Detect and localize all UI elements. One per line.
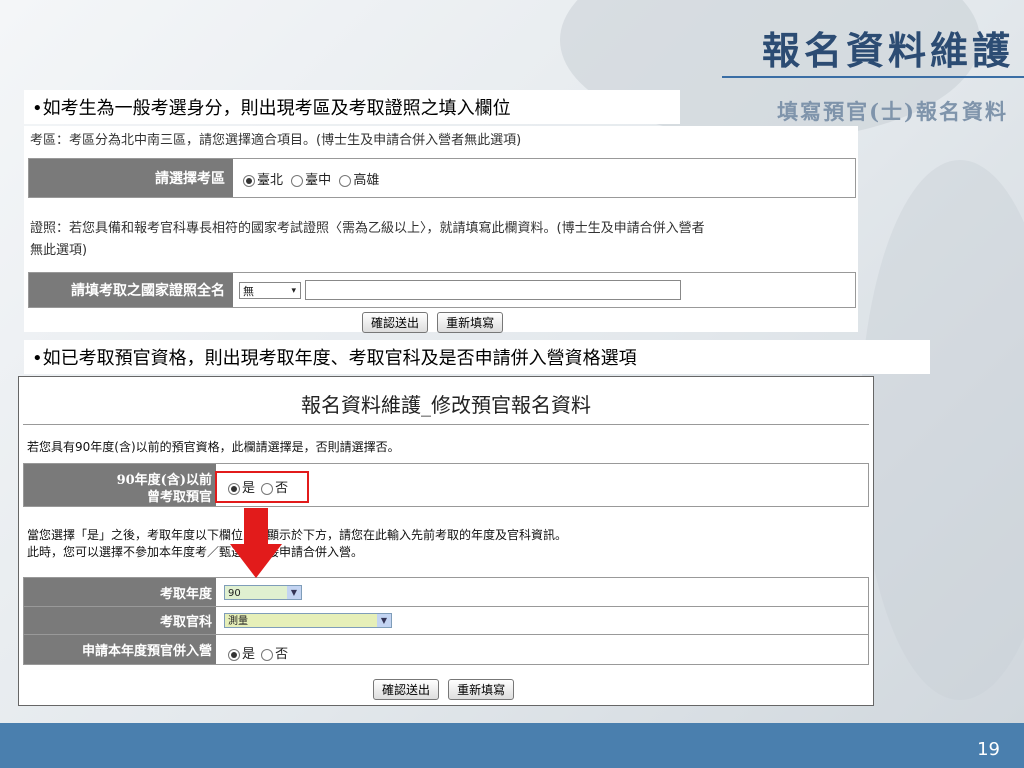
branch-row: 考取官科 測量 ▼ (23, 606, 869, 635)
footer-bar: 19 (0, 723, 1024, 768)
cert-row: 請填考取之國家證照全名 無 ▾ (28, 272, 856, 308)
option-label: 否 (275, 647, 289, 662)
panel-title: 報名資料維護_修改預官報名資料 (301, 393, 591, 417)
highlight-box (215, 471, 309, 503)
area-option-label: 高雄 (353, 173, 380, 188)
cert-label: 請填考取之國家證照全名 (29, 273, 233, 307)
branch-select-value: 測量 (228, 616, 248, 627)
area-option-kaohsiung[interactable]: 高雄 (339, 173, 379, 188)
cert-name-input[interactable] (305, 280, 681, 300)
slide-title: 報名資料維護 (761, 28, 1014, 73)
qualification-label: 90年度(含)以前 曾考取預官 (24, 464, 216, 506)
year-select[interactable]: 90 ▼ (224, 585, 302, 600)
instruction-note: 當您選擇「是」之後，考取年度以下欄位即會顯示於下方，請您在此輸入先前考取的年度及… (27, 527, 567, 561)
radio-selected-icon (243, 174, 255, 187)
chevron-down-icon: ▼ (377, 614, 391, 627)
area-row: 請選擇考區 臺北 臺中 高雄 (28, 158, 856, 198)
slide-subtitle: 填寫預官(士)報名資料 (777, 99, 1008, 124)
panel-divider (23, 424, 869, 425)
branch-label: 考取官科 (24, 607, 216, 634)
radio-icon (261, 648, 274, 661)
reset-button[interactable]: 重新填寫 (437, 312, 504, 333)
panel1-buttons: 確認送出 重新填寫 (362, 312, 504, 333)
merge-no[interactable]: 否 (261, 647, 288, 662)
arrow-down-icon (230, 508, 282, 578)
chevron-down-icon: ▼ (287, 586, 301, 599)
radio-selected-icon (228, 648, 240, 661)
merge-yes[interactable]: 是 (228, 647, 255, 662)
year-row: 考取年度 90 ▼ (23, 577, 869, 607)
merge-options: 是 否 (228, 643, 288, 662)
cert-note-line: 證照：若您具備和報考官科專長相符的國家考試證照〈需為乙級以上〉，就請填寫此欄資料… (30, 221, 705, 236)
qualification-label-line: 90年度(含)以前 (116, 473, 212, 488)
exam-area-panel: 考區：考區分為北中南三區，請您選擇適合項目。(博士生及申請合併入營者無此選項) … (24, 126, 858, 333)
area-label: 請選擇考區 (29, 159, 233, 197)
year-label: 考取年度 (24, 578, 216, 606)
year-select-value: 90 (228, 588, 241, 599)
background-decoration (860, 160, 1024, 700)
branch-select[interactable]: 測量 ▼ (224, 613, 392, 628)
area-option-label: 臺北 (257, 173, 284, 188)
title-divider (722, 76, 1024, 78)
radio-icon (339, 174, 352, 187)
merge-row: 申請本年度預官併入營 是 否 (23, 634, 869, 665)
panel2-buttons: 確認送出 重新填寫 (373, 679, 515, 700)
instruction-line: 當您選擇「是」之後，考取年度以下欄位即會顯示於下方，請您在此輸入先前考取的年度及… (27, 528, 568, 542)
area-option-label: 臺中 (305, 173, 332, 188)
reset-button[interactable]: 重新填寫 (448, 679, 515, 700)
submit-button[interactable]: 確認送出 (373, 679, 440, 700)
officer-registration-panel: 報名資料維護_修改預官報名資料 若您具有90年度(含)以前的預官資格，此欄請選擇… (18, 376, 874, 706)
radio-icon (291, 174, 304, 187)
cert-note-line: 無此選項) (30, 243, 88, 258)
bullet-officer-qualified: •如已考取預官資格，則出現考取年度、考取官科及是否申請併入營資格選項 (24, 340, 930, 374)
instruction-line: 此時，您可以選擇不參加本年度考／甄選，直接申請合併入營。 (27, 545, 364, 559)
bullet-general-exam: •如考生為一般考選身分，則出現考區及考取證照之填入欄位 (24, 90, 680, 124)
cert-select[interactable]: 無 ▾ (239, 282, 301, 299)
area-options: 臺北 臺中 高雄 (243, 169, 379, 188)
submit-button[interactable]: 確認送出 (362, 312, 429, 333)
cert-note: 證照：若您具備和報考官科專長相符的國家考試證照〈需為乙級以上〉，就請填寫此欄資料… (30, 218, 705, 262)
qualification-note: 若您具有90年度(含)以前的預官資格，此欄請選擇是，否則請選擇否。 (27, 440, 400, 454)
cert-select-value: 無 (243, 285, 254, 298)
area-option-taipei[interactable]: 臺北 (243, 173, 283, 188)
qualification-row: 90年度(含)以前 曾考取預官 是 否 (23, 463, 869, 507)
option-label: 是 (242, 647, 256, 662)
area-option-taichung[interactable]: 臺中 (291, 173, 331, 188)
qualification-label-line: 曾考取預官 (146, 490, 212, 505)
page-number: 19 (977, 739, 1000, 760)
chevron-down-icon: ▾ (291, 286, 296, 296)
merge-label: 申請本年度預官併入營 (24, 635, 216, 664)
area-note: 考區：考區分為北中南三區，請您選擇適合項目。(博士生及申請合併入營者無此選項) (30, 133, 522, 148)
